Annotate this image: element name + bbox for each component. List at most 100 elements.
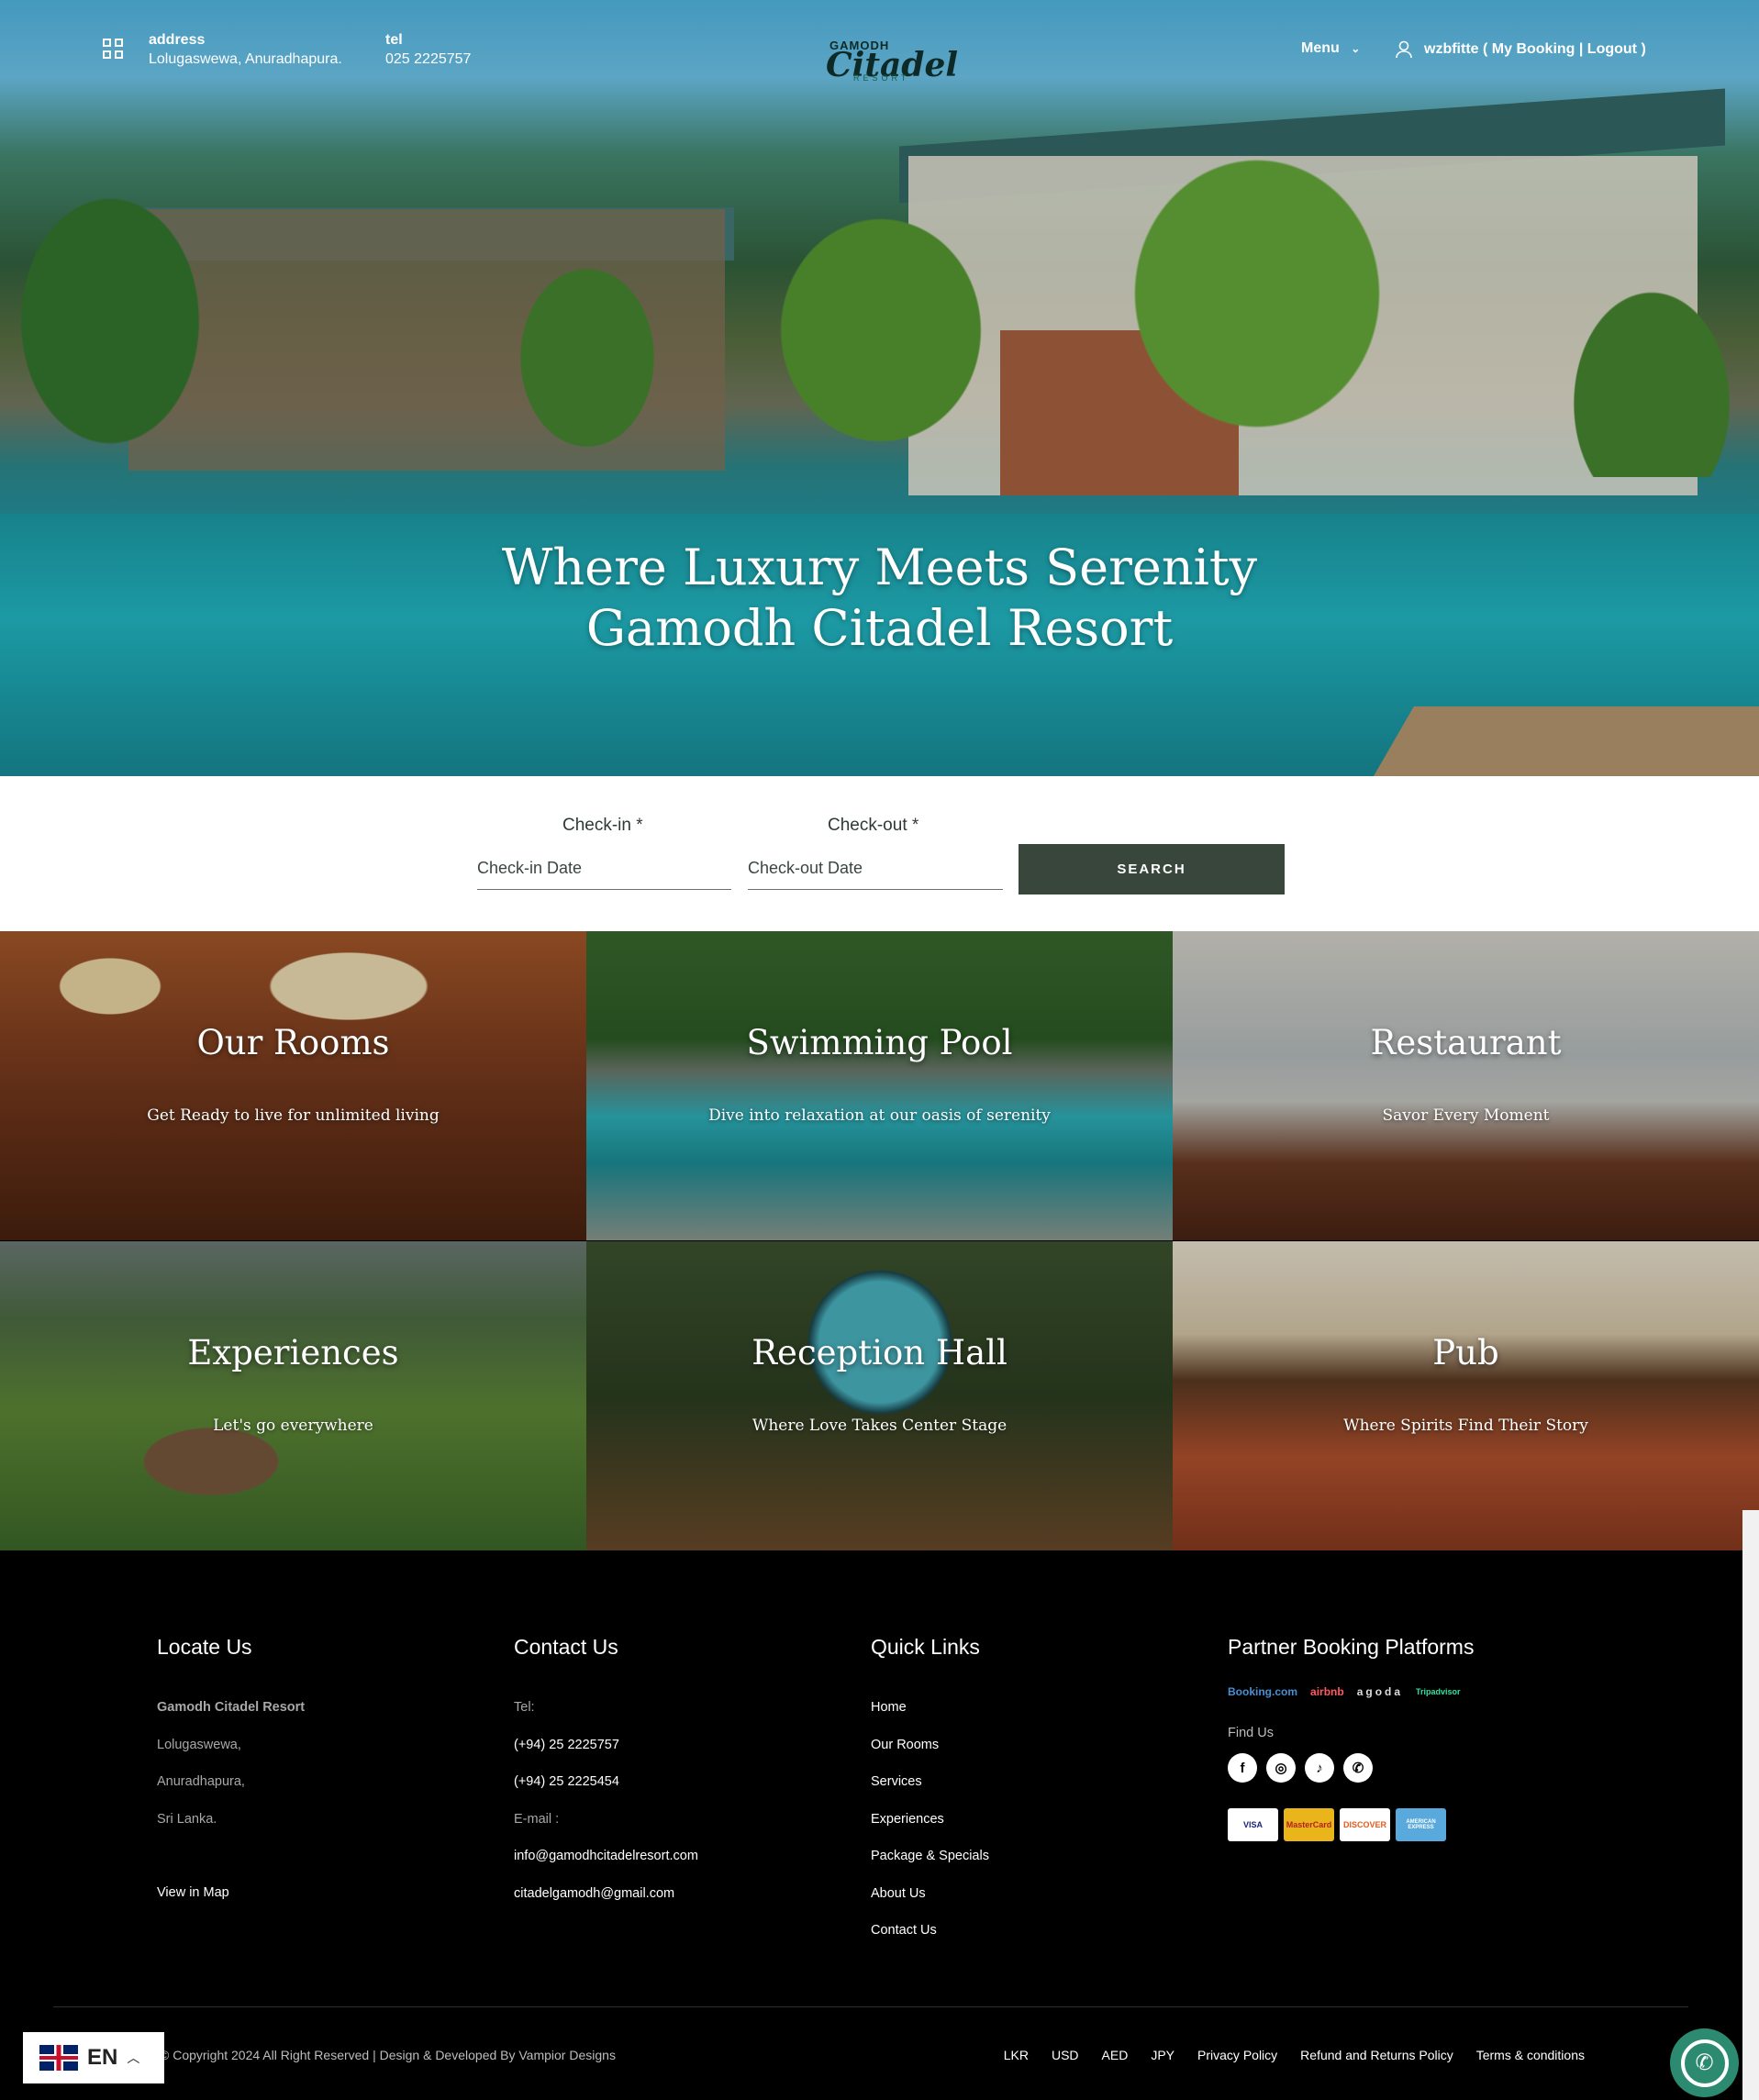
address-line: Anuradhapura, [157, 1774, 245, 1789]
quick-link-home[interactable]: Home [871, 1689, 989, 1727]
tel-label: tel [385, 32, 403, 48]
view-map-link[interactable]: View in Map [157, 1874, 305, 1912]
booking-form: Check-in * Check-out * SEARCH [0, 776, 1759, 931]
menu-label: Menu [1301, 40, 1340, 56]
currency-jpy[interactable]: JPY [1151, 2048, 1175, 2062]
tile-subtitle: Dive into relaxation at our oasis of ser… [708, 1106, 1051, 1125]
footer-heading: Quick Links [871, 1635, 980, 1659]
tiktok-icon[interactable]: ♪ [1305, 1753, 1334, 1783]
whatsapp-chat-button[interactable]: ✆ [1670, 2028, 1739, 2097]
partner-logos: Booking.com airbnb agoda Tripadvisor [1228, 1685, 1474, 1698]
language-code: EN [87, 2045, 118, 2070]
top-bar: address Lolugaswewa, Anuradhapura. tel 0… [0, 0, 1759, 101]
user-links[interactable]: wzbfitte ( My Booking | Logout ) [1424, 41, 1646, 58]
user-icon [1396, 40, 1412, 59]
chevron-down-icon: ⌄ [1351, 42, 1361, 55]
terms-link[interactable]: Terms & conditions [1476, 2048, 1585, 2062]
address-line: Sri Lanka. [157, 1811, 217, 1827]
tripadvisor-logo[interactable]: Tripadvisor [1416, 1687, 1461, 1696]
currency-lkr[interactable]: LKR [1004, 2048, 1029, 2062]
privacy-policy-link[interactable]: Privacy Policy [1197, 2048, 1277, 2062]
address-line: Lolugaswewa, [157, 1737, 241, 1752]
logo-sub-text: RESORT [853, 73, 910, 83]
whatsapp-icon: ✆ [1680, 2039, 1729, 2087]
grid-icon[interactable] [103, 39, 123, 59]
uk-flag-icon [39, 2045, 78, 2071]
chevron-up-icon: ︿ [127, 2050, 140, 2065]
refund-policy-link[interactable]: Refund and Returns Policy [1300, 2048, 1453, 2062]
quick-link-our-rooms[interactable]: Our Rooms [871, 1727, 989, 1764]
tile-subtitle: Let's go everywhere [213, 1417, 373, 1435]
email-link[interactable]: citadelgamodh@gmail.com [514, 1875, 698, 1913]
email-label: E-mail : [514, 1811, 560, 1827]
checkout-input[interactable] [748, 848, 1003, 890]
checkout-label: Check-out * [828, 816, 919, 835]
tile-title: Pub [1432, 1333, 1499, 1372]
phone-link[interactable]: (+94) 25 2225454 [514, 1763, 698, 1801]
whatsapp-icon[interactable]: ✆ [1343, 1753, 1373, 1783]
facebook-icon[interactable]: f [1228, 1753, 1257, 1783]
footer-heading: Contact Us [514, 1635, 618, 1659]
social-links: f ◎ ♪ ✆ [1228, 1753, 1474, 1783]
footer-quick-links: Quick Links Home Our Rooms Services Expe… [871, 1635, 989, 1950]
phone-link[interactable]: (+94) 25 2225757 [514, 1727, 698, 1764]
tile-our-rooms[interactable]: Our Rooms Get Ready to live for unlimite… [0, 931, 586, 1240]
tile-title: Restaurant [1370, 1023, 1562, 1062]
tile-subtitle: Get Ready to live for unlimited living [147, 1106, 440, 1125]
quick-link-about[interactable]: About Us [871, 1875, 989, 1913]
address-value: Lolugaswewa, Anuradhapura. [149, 51, 342, 67]
footer-partners: Partner Booking Platforms Booking.com ai… [1228, 1635, 1474, 1841]
airbnb-logo[interactable]: airbnb [1310, 1685, 1344, 1698]
scrollbar[interactable] [1742, 1510, 1759, 2100]
find-us-label: Find Us [1228, 1726, 1274, 1740]
tile-title: Our Rooms [196, 1023, 390, 1062]
checkin-input[interactable] [477, 848, 731, 890]
tel-value[interactable]: 025 2225757 [385, 51, 471, 68]
tile-title: Reception Hall [751, 1333, 1008, 1372]
currency-usd[interactable]: USD [1052, 2048, 1079, 2062]
footer-divider [53, 2006, 1688, 2007]
tile-swimming-pool[interactable]: Swimming Pool Dive into relaxation at ou… [586, 931, 1173, 1240]
visa-card-icon: VISA [1228, 1808, 1278, 1841]
quick-link-contact[interactable]: Contact Us [871, 1912, 989, 1950]
footer-heading: Locate Us [157, 1635, 252, 1659]
tile-experiences[interactable]: Experiences Let's go everywhere [0, 1241, 586, 1550]
payment-cards: VISA MasterCard DISCOVER AMERICAN EXPRES… [1228, 1808, 1474, 1841]
booking-com-logo[interactable]: Booking.com [1228, 1685, 1297, 1698]
language-switcher[interactable]: EN ︿ [23, 2032, 164, 2083]
hero-banner: address Lolugaswewa, Anuradhapura. tel 0… [0, 0, 1759, 776]
currency-aed[interactable]: AED [1102, 2048, 1129, 2062]
hero-line-2: Gamodh Citadel Resort [585, 599, 1174, 657]
hero-line-1: Where Luxury Meets Serenity [501, 539, 1258, 596]
email-link[interactable]: info@gamodhcitadelresort.com [514, 1838, 698, 1875]
mastercard-icon: MasterCard [1284, 1808, 1334, 1841]
tile-reception-hall[interactable]: Reception Hall Where Love Takes Center S… [586, 1241, 1173, 1550]
instagram-icon[interactable]: ◎ [1266, 1753, 1296, 1783]
search-button[interactable]: SEARCH [1019, 844, 1285, 894]
quick-link-services[interactable]: Services [871, 1763, 989, 1801]
tile-subtitle: Where Love Takes Center Stage [751, 1417, 1008, 1435]
footer: Locate Us Gamodh Citadel Resort Lolugasw… [0, 1550, 1759, 2100]
address-label: address [149, 32, 206, 48]
tile-subtitle: Where Spirits Find Their Story [1343, 1417, 1588, 1435]
footer-heading: Partner Booking Platforms [1228, 1635, 1475, 1659]
site-logo[interactable]: GAMODH Citadel RESORT [826, 35, 958, 84]
tile-title: Experiences [187, 1333, 399, 1372]
hero-heading: Where Luxury Meets Serenity Gamodh Citad… [0, 538, 1759, 659]
quick-link-packages[interactable]: Package & Specials [871, 1838, 989, 1875]
agoda-logo[interactable]: agoda [1357, 1685, 1403, 1698]
quick-link-experiences[interactable]: Experiences [871, 1801, 989, 1839]
tile-title: Swimming Pool [746, 1023, 1013, 1062]
tile-restaurant[interactable]: Restaurant Savor Every Moment [1173, 931, 1759, 1240]
feature-tiles: Our Rooms Get Ready to live for unlimite… [0, 931, 1759, 1550]
tel-label: Tel: [514, 1700, 535, 1715]
discover-card-icon: DISCOVER [1340, 1808, 1390, 1841]
tile-subtitle: Savor Every Moment [1382, 1106, 1550, 1125]
amex-card-icon: AMERICAN EXPRESS [1396, 1808, 1446, 1841]
tile-pub[interactable]: Pub Where Spirits Find Their Story [1173, 1241, 1759, 1550]
user-account[interactable]: wzbfitte ( My Booking | Logout ) [1395, 40, 1646, 59]
menu-button[interactable]: Menu ⌄ [1301, 40, 1360, 57]
copyright-text: © Copyright 2024 All Right Reserved | De… [160, 2048, 616, 2062]
footer-locate-us: Locate Us Gamodh Citadel Resort Lolugasw… [157, 1635, 305, 1912]
resort-name: Gamodh Citadel Resort [157, 1700, 306, 1715]
